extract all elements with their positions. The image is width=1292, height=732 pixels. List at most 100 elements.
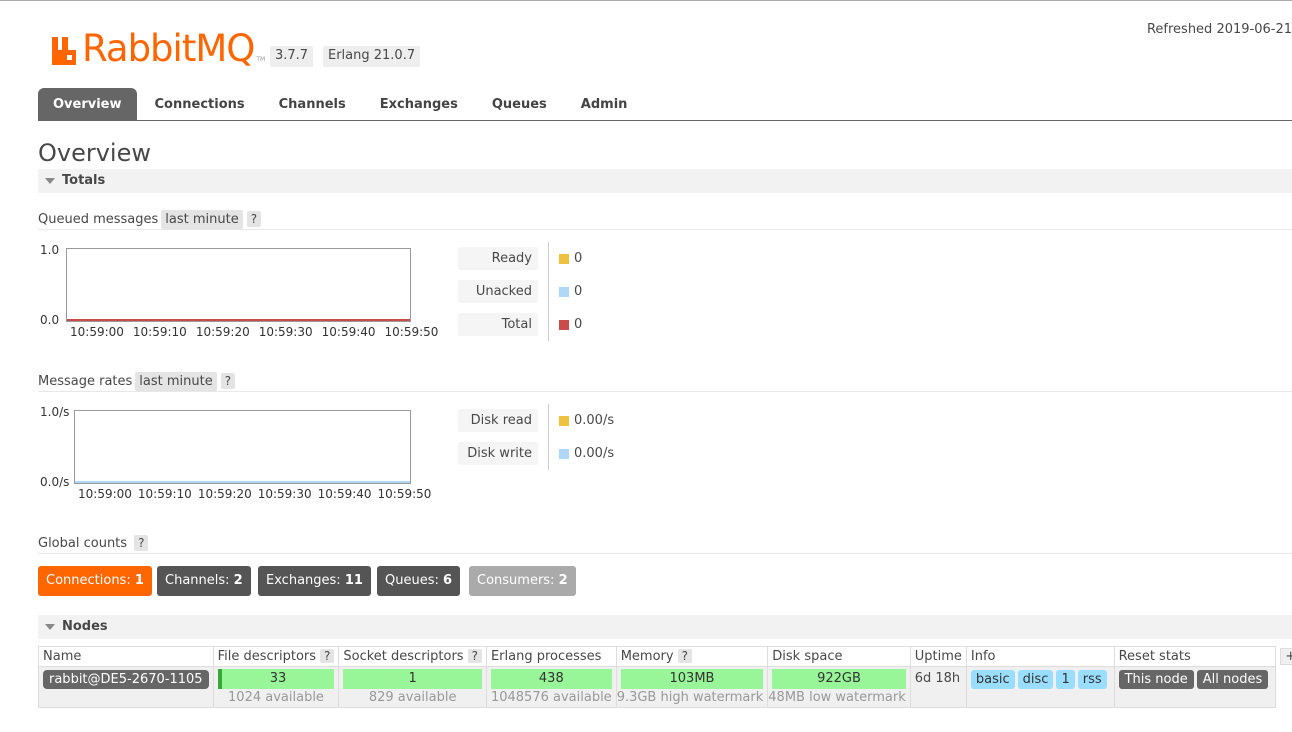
- queues-count-button[interactable]: Queues: 6: [377, 566, 461, 596]
- col-name-label: Name: [43, 649, 82, 664]
- collapse-triangle-icon: [45, 178, 55, 184]
- message-rates-label: Message rates: [38, 373, 133, 389]
- reset-this-node-button[interactable]: This node: [1118, 670, 1194, 689]
- legend-divider: [548, 242, 549, 341]
- tab-channels[interactable]: Channels: [261, 88, 362, 120]
- col-info[interactable]: Info: [965, 646, 1115, 667]
- divider: [38, 391, 1292, 392]
- empty-cell: [1275, 666, 1292, 708]
- global-counts-header: Global counts ?: [38, 533, 149, 553]
- rates-range-selector[interactable]: last minute: [135, 371, 217, 391]
- exchanges-count-button[interactable]: Exchanges: 11: [258, 566, 371, 596]
- col-erlang-processes[interactable]: Erlang processes: [485, 646, 617, 667]
- info-count-tag[interactable]: 1: [1056, 670, 1075, 689]
- col-label: File descriptors: [217, 649, 317, 664]
- badge-value: 11: [344, 573, 363, 588]
- ready-swatch[interactable]: [559, 254, 569, 264]
- help-button[interactable]: ?: [320, 649, 335, 663]
- disk-watermark: 48MB low watermark: [768, 690, 906, 705]
- table-row: rabbit@DE5-2670-1105 33 1024 available 1…: [38, 666, 1292, 708]
- disk-read-swatch[interactable]: [559, 416, 569, 426]
- legend-disk-read-label: Disk read: [458, 409, 538, 432]
- x-tick: 10:59:50: [384, 325, 439, 339]
- global-help-button[interactable]: ?: [134, 535, 149, 551]
- rabbitmq-logo[interactable]: RabbitMQ TM: [50, 27, 265, 67]
- badge-value: 2: [558, 573, 568, 588]
- totals-heading: Totals: [62, 173, 106, 188]
- main-tabs: Overview Connections Channels Exchanges …: [38, 88, 1292, 121]
- disk-cell: 922GB 48MB low watermark: [767, 666, 911, 708]
- col-memory[interactable]: Memory?: [615, 646, 769, 667]
- column-toggle[interactable]: +/-: [1275, 646, 1292, 667]
- queued-range-selector[interactable]: last minute: [161, 209, 243, 229]
- col-disk-space[interactable]: Disk space: [767, 646, 911, 667]
- info-rss-tag[interactable]: rss: [1077, 670, 1107, 689]
- consumers-count-button[interactable]: Consumers: 2: [469, 566, 576, 596]
- info-basic-tag[interactable]: basic: [970, 670, 1015, 689]
- help-button[interactable]: ?: [677, 649, 692, 663]
- x-tick: 10:59:00: [70, 325, 124, 339]
- refreshed-time[interactable]: Refreshed 2019-06-21: [1147, 22, 1292, 37]
- col-label: Uptime: [914, 649, 962, 664]
- rates-y-max: 1.0/s: [40, 405, 70, 419]
- reset-all-nodes-button[interactable]: All nodes: [1196, 670, 1269, 689]
- divider: [38, 229, 1292, 230]
- nodes-heading: Nodes: [62, 619, 108, 634]
- memory-watermark: 9.3GB high watermark: [616, 690, 764, 705]
- col-file-descriptors[interactable]: File descriptors?: [212, 646, 340, 667]
- unacked-swatch[interactable]: [559, 287, 569, 297]
- connections-count-button[interactable]: Connections: 1: [38, 566, 152, 596]
- badge-value: 6: [443, 573, 453, 588]
- queued-total-line: [67, 319, 410, 321]
- x-tick: 10:59:30: [257, 487, 312, 501]
- info-disc-tag[interactable]: disc: [1017, 670, 1054, 689]
- tab-admin[interactable]: Admin: [563, 88, 644, 120]
- fd-usage-bar: 33: [217, 669, 335, 689]
- toggle-columns-button[interactable]: +/-: [1280, 648, 1292, 665]
- queued-messages-header: Queued messages last minute ?: [38, 209, 262, 229]
- ep-cell: 438 1048576 available: [485, 666, 617, 708]
- help-button[interactable]: ?: [467, 649, 482, 663]
- fd-cell: 33 1024 available: [212, 666, 340, 708]
- nodes-section-header[interactable]: Nodes: [38, 615, 1292, 639]
- x-tick: 10:59:10: [132, 325, 187, 339]
- x-tick: 10:59:20: [195, 325, 250, 339]
- badge-value: 2: [233, 573, 243, 588]
- logo-text: RabbitMQ: [82, 27, 255, 70]
- divider: [38, 553, 1292, 554]
- queued-messages-label: Queued messages: [38, 211, 159, 227]
- channels-count-button[interactable]: Channels: 2: [157, 566, 251, 596]
- col-reset-stats[interactable]: Reset stats: [1113, 646, 1277, 667]
- queued-help-button[interactable]: ?: [246, 211, 262, 227]
- col-label: Info: [970, 649, 996, 664]
- queued-x-ticks: 10:59:00 10:59:10 10:59:20 10:59:30 10:5…: [70, 325, 440, 339]
- message-rates-chart: [74, 410, 411, 484]
- memory-usage-bar: 103MB: [620, 669, 764, 689]
- node-name-cell: rabbit@DE5-2670-1105: [38, 666, 214, 708]
- legend-ready-value: 0: [574, 251, 583, 266]
- disk-write-swatch[interactable]: [559, 449, 569, 459]
- tab-connections[interactable]: Connections: [137, 88, 261, 120]
- legend-disk-read-value: 0.00/s: [574, 413, 615, 428]
- col-socket-descriptors[interactable]: Socket descriptors?: [338, 646, 487, 667]
- col-name[interactable]: Name: [38, 646, 214, 667]
- queued-messages-chart: [66, 248, 411, 322]
- ep-usage-bar: 438: [490, 669, 612, 689]
- col-uptime[interactable]: Uptime: [909, 646, 967, 667]
- x-tick: 10:59:40: [321, 325, 376, 339]
- version-badge: 3.7.7: [270, 46, 314, 67]
- totals-section-header[interactable]: Totals: [38, 169, 1292, 193]
- col-label: Memory: [620, 649, 674, 664]
- col-label: Socket descriptors: [343, 649, 464, 664]
- rates-help-button[interactable]: ?: [220, 373, 236, 389]
- badge-label: Connections:: [46, 573, 131, 588]
- table-header-row: Name File descriptors? Socket descriptor…: [38, 646, 1292, 667]
- tab-overview[interactable]: Overview: [38, 88, 137, 120]
- total-swatch[interactable]: [559, 320, 569, 330]
- node-name-link[interactable]: rabbit@DE5-2670-1105: [43, 670, 209, 689]
- tab-queues[interactable]: Queues: [474, 88, 563, 120]
- uptime-cell: 6d 18h: [909, 666, 967, 708]
- tab-exchanges[interactable]: Exchanges: [362, 88, 474, 120]
- memory-cell: 103MB 9.3GB high watermark: [615, 666, 769, 708]
- x-tick: 10:59:20: [197, 487, 252, 501]
